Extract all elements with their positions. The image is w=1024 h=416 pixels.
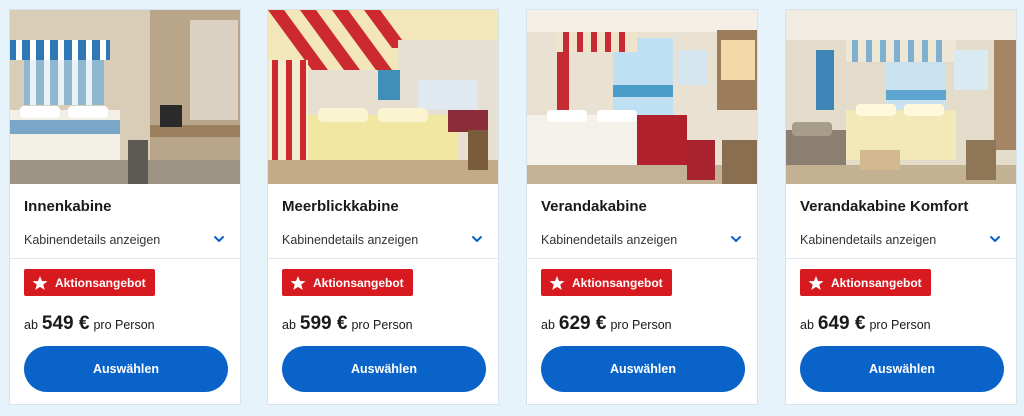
promo-badge: Aktionsangebot bbox=[541, 269, 672, 296]
promo-badge: Aktionsangebot bbox=[282, 269, 413, 296]
cabin-photo[interactable] bbox=[268, 10, 498, 184]
cabin-details-label: Kabinendetails anzeigen bbox=[24, 233, 161, 247]
price-line: ab 629 € pro Person bbox=[541, 313, 672, 335]
cabin-title: Meerblickkabine bbox=[282, 198, 399, 215]
cabin-details-toggle[interactable]: Kabinendetails anzeigen bbox=[268, 226, 498, 259]
price-suffix: pro Person bbox=[93, 318, 155, 332]
promo-badge: Aktionsangebot bbox=[24, 269, 155, 296]
promo-badge-label: Aktionsangebot bbox=[55, 275, 146, 290]
price-value: 649 € bbox=[817, 313, 866, 334]
price-line: ab 599 € pro Person bbox=[282, 313, 413, 335]
cabin-details-toggle[interactable]: Kabinendetails anzeigen bbox=[786, 226, 1016, 259]
cabin-title: Verandakabine Komfort bbox=[800, 198, 969, 215]
chevron-down-icon bbox=[731, 236, 741, 242]
price-value: 549 € bbox=[41, 313, 90, 334]
promo-badge-label: Aktionsangebot bbox=[572, 275, 663, 290]
price-prefix: ab bbox=[541, 318, 555, 332]
cabin-card-meerblickkabine: Meerblickkabine Kabinendetails anzeigen … bbox=[267, 9, 499, 405]
cabin-photo[interactable] bbox=[527, 10, 757, 184]
cabin-card-innenkabine: Innenkabine Kabinendetails anzeigen Akti… bbox=[9, 9, 241, 405]
select-cabin-button[interactable]: Auswählen bbox=[282, 346, 486, 392]
cabin-card-verandakabine-komfort: Verandakabine Komfort Kabinendetails anz… bbox=[785, 9, 1017, 405]
cabin-photo[interactable] bbox=[10, 10, 240, 184]
star-icon bbox=[32, 275, 48, 290]
select-cabin-button[interactable]: Auswählen bbox=[541, 346, 745, 392]
star-icon bbox=[808, 275, 824, 290]
cabin-photo[interactable] bbox=[786, 10, 1016, 184]
price-line: ab 549 € pro Person bbox=[24, 313, 155, 335]
select-cabin-button[interactable]: Auswählen bbox=[800, 346, 1004, 392]
star-icon bbox=[290, 275, 306, 290]
promo-badge-label: Aktionsangebot bbox=[313, 275, 404, 290]
cabin-details-toggle[interactable]: Kabinendetails anzeigen bbox=[527, 226, 757, 259]
price-prefix: ab bbox=[282, 318, 296, 332]
cabin-card-verandakabine: Verandakabine Kabinendetails anzeigen Ak… bbox=[526, 9, 758, 405]
cabin-title: Verandakabine bbox=[541, 198, 647, 215]
chevron-down-icon bbox=[214, 236, 224, 242]
chevron-down-icon bbox=[990, 236, 1000, 242]
cabin-details-label: Kabinendetails anzeigen bbox=[800, 233, 937, 247]
price-suffix: pro Person bbox=[869, 318, 931, 332]
promo-badge: Aktionsangebot bbox=[800, 269, 931, 296]
chevron-down-icon bbox=[472, 236, 482, 242]
promo-badge-label: Aktionsangebot bbox=[831, 275, 922, 290]
cabin-details-label: Kabinendetails anzeigen bbox=[282, 233, 419, 247]
price-line: ab 649 € pro Person bbox=[800, 313, 931, 335]
star-icon bbox=[549, 275, 565, 290]
price-value: 599 € bbox=[299, 313, 348, 334]
select-cabin-button[interactable]: Auswählen bbox=[24, 346, 228, 392]
price-prefix: ab bbox=[24, 318, 38, 332]
cabin-details-toggle[interactable]: Kabinendetails anzeigen bbox=[10, 226, 240, 259]
cabin-title: Innenkabine bbox=[24, 198, 112, 215]
price-suffix: pro Person bbox=[351, 318, 413, 332]
price-suffix: pro Person bbox=[610, 318, 672, 332]
cabin-details-label: Kabinendetails anzeigen bbox=[541, 233, 678, 247]
price-prefix: ab bbox=[800, 318, 814, 332]
price-value: 629 € bbox=[558, 313, 607, 334]
